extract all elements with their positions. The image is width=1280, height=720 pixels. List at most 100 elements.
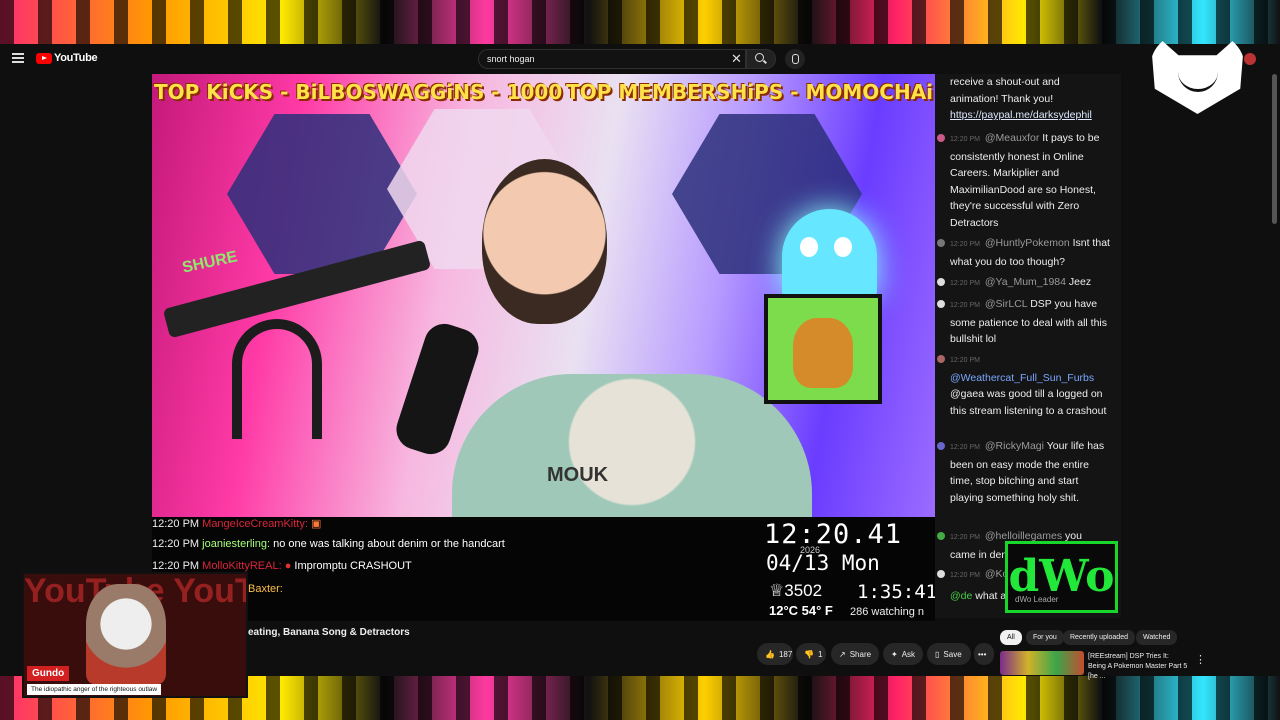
- clear-search-icon[interactable]: ✕: [731, 51, 742, 67]
- chat-message: 12:20 PM @Ya_Mum_1984 Jeez: [950, 274, 1110, 293]
- chat-time: 12:20 PM: [950, 280, 980, 287]
- page-scrollbar[interactable]: [1272, 74, 1277, 224]
- chat-avatar[interactable]: [937, 239, 945, 247]
- chat-time: 12:20 PM: [950, 357, 980, 364]
- streamer-head: [482, 159, 607, 324]
- top-supporters-banner: TOP KiCKS - BiLBOSWAGGiNS - 1000 TOP MEM…: [152, 74, 935, 110]
- dislike-button[interactable]: 👎 1: [796, 643, 826, 665]
- overlay-chat-line: 12:20 PM MangeIceCreamKitty: ▣: [152, 517, 321, 530]
- share-icon: ↗: [839, 649, 846, 659]
- chat-avatar[interactable]: [937, 300, 945, 308]
- save-button[interactable]: ▯ Save: [927, 643, 971, 665]
- chat-text: Impromptu CRASHOUT: [294, 560, 412, 572]
- chat-message: 12:20 PM @SirLCL DSP you have some patie…: [950, 296, 1110, 348]
- chip-watched[interactable]: Watched: [1136, 630, 1178, 645]
- overlay-chat-line: Baxter:: [248, 583, 283, 595]
- streamer-body: [452, 374, 812, 517]
- search-input[interactable]: snort hogan: [478, 49, 746, 69]
- chat-author[interactable]: @de: [950, 590, 972, 602]
- stream-clock: 12:20.41: [764, 519, 903, 550]
- chat-author[interactable]: @Weathercat_Full_Sun_Furbs: [950, 372, 1094, 384]
- search-icon[interactable]: [755, 53, 764, 62]
- overlay-chat-line: 12:20 PM MolloKittyREAL: ● Impromptu CRA…: [152, 560, 412, 572]
- emote-icon: ●: [284, 560, 292, 572]
- ask-button[interactable]: ✦ Ask: [883, 643, 923, 665]
- like-button[interactable]: 👍 187: [757, 643, 793, 665]
- recommended-title[interactable]: [REEstream] DSP Tries It: Being A Pokemo…: [1088, 652, 1188, 682]
- chat-avatar[interactable]: [937, 442, 945, 450]
- chat-time: 12:20 PM: [950, 444, 980, 451]
- chat-message: 12:20 PM @Weathercat_Full_Sun_Furbs @gae…: [950, 351, 1110, 419]
- emote-icon: ▣: [310, 518, 322, 530]
- dwo-subtext: dWo Leader: [1015, 595, 1059, 604]
- more-actions-button[interactable]: •••: [974, 643, 994, 665]
- more-options-icon[interactable]: ⋮: [1195, 653, 1206, 666]
- recommended-thumbnail[interactable]: [1000, 651, 1084, 675]
- chat-link[interactable]: https://paypal.me/darksydephil: [950, 109, 1092, 121]
- chat-message: receive a shout-out and animation! Thank…: [950, 74, 1110, 124]
- voice-search-icon[interactable]: [785, 49, 805, 69]
- top-light-stripes: [0, 0, 1280, 46]
- temperature: 12°C 54° F: [769, 603, 833, 618]
- stream-background: YouTube snort hogan ✕ TOP KiCKS - BiLBOS…: [0, 0, 1280, 720]
- chat-time: 12:20 PM: [950, 241, 980, 248]
- top-memberships-text: TOP MEMBERSHiPS - MOMOCHAi: [566, 80, 934, 104]
- chat-time: 12:20 PM: [950, 136, 980, 143]
- chat-avatar[interactable]: [937, 355, 945, 363]
- chat-message: 12:20 PM @HuntlyPokemon Isnt that what y…: [950, 235, 1110, 270]
- youtube-logo-icon[interactable]: [36, 53, 52, 64]
- chat-text: Jeez: [1068, 276, 1092, 288]
- more-icon: •••: [978, 649, 987, 659]
- chip-all[interactable]: All: [1000, 630, 1022, 645]
- chat-text: @gaea was good till a logged on this str…: [950, 388, 1107, 417]
- chat-text: receive a shout-out and animation! Thank…: [950, 76, 1060, 105]
- stream-chat-overlay: 12:20 PM MangeIceCreamKitty: ▣ 12:20 PM …: [152, 517, 937, 621]
- like-count: 187: [778, 649, 793, 659]
- ghost-eye: [800, 237, 818, 257]
- ghost-eye: [834, 237, 852, 257]
- youtube-logo-text[interactable]: YouTube: [54, 52, 98, 64]
- video-player[interactable]: TOP KiCKS - BiLBOSWAGGiNS - 1000 TOP MEM…: [152, 74, 935, 517]
- chat-author[interactable]: @Meauxfor: [985, 132, 1039, 144]
- menu-icon[interactable]: [12, 53, 24, 63]
- thumbs-down-icon: 👎: [804, 649, 814, 659]
- mic-brand-text: SHURE: [180, 248, 240, 277]
- live-chat-panel[interactable]: receive a shout-out and animation! Thank…: [935, 74, 1121, 618]
- chat-avatar[interactable]: [937, 134, 945, 142]
- chat-user: MangeIceCreamKitty:: [202, 518, 308, 530]
- chat-time: 12:20 PM: [950, 302, 980, 309]
- chat-time: 12:20 PM: [152, 560, 200, 572]
- chat-author[interactable]: @SirLCL: [985, 298, 1027, 310]
- chat-user: Baxter:: [248, 583, 283, 595]
- bookmark-icon: ▯: [935, 649, 940, 659]
- viewer-count: ♕3502: [769, 581, 823, 600]
- headphones: [232, 319, 322, 439]
- chat-time: 12:20 PM: [152, 538, 200, 550]
- ask-label: Ask: [901, 649, 916, 659]
- chat-author[interactable]: @Ya_Mum_1984: [985, 276, 1066, 288]
- chat-time: 12:20 PM: [152, 518, 200, 530]
- thumbs-up-icon: 👍: [765, 649, 775, 659]
- sparkle-icon: ✦: [891, 649, 898, 659]
- chip-recently-uploaded[interactable]: Recently uploaded: [1063, 630, 1135, 645]
- chat-time: 12:20 PM: [950, 572, 980, 579]
- gundo-character: [86, 584, 166, 684]
- chat-author[interactable]: @HuntlyPokemon: [985, 237, 1070, 249]
- stream-date: 04/13 Mon: [766, 551, 880, 575]
- chat-text: no one was talking about denim or the ha…: [273, 538, 505, 550]
- chat-avatar[interactable]: [937, 570, 945, 578]
- avatar[interactable]: [1244, 53, 1256, 65]
- chat-avatar[interactable]: [937, 532, 945, 540]
- share-button[interactable]: ↗ Share: [831, 643, 879, 665]
- gundo-overlay: YouTube YouTube Gundo The idiopathic ang…: [22, 572, 248, 698]
- save-label: Save: [943, 649, 962, 659]
- dislike-count: 1: [817, 649, 823, 659]
- chat-time: 12:20 PM: [950, 534, 980, 541]
- chat-text: It pays to be consistently honest in Onl…: [950, 132, 1100, 229]
- chat-avatar[interactable]: [937, 278, 945, 286]
- gundo-name: Gundo: [27, 666, 70, 681]
- chat-user: joaniesterling:: [202, 538, 271, 550]
- chip-for-you[interactable]: For you: [1026, 630, 1064, 645]
- chat-author[interactable]: @RickyMagi: [985, 440, 1044, 452]
- chat-message: 12:20 PM @Meauxfor It pays to be consist…: [950, 130, 1110, 231]
